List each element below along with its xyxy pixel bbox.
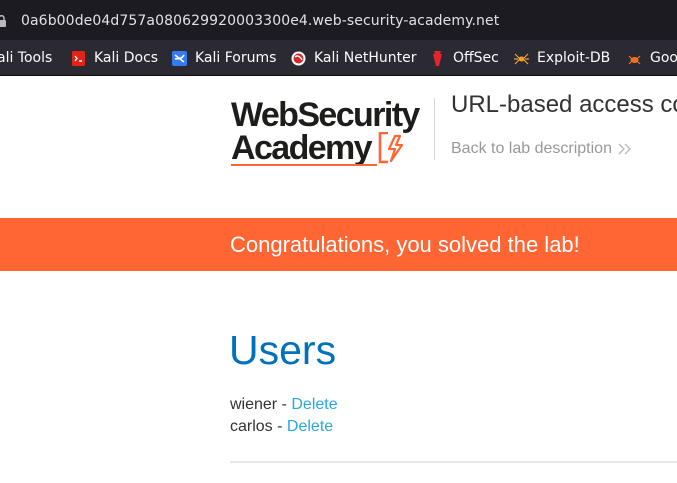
user-separator: - bbox=[272, 418, 287, 435]
user-name: carlos bbox=[230, 418, 273, 435]
offsec-icon bbox=[433, 50, 442, 66]
bookmark-label: Kali Forums bbox=[195, 50, 277, 66]
lightning-bracket-icon bbox=[378, 132, 404, 164]
bookmark-label: Exploit-DB bbox=[537, 50, 611, 66]
bookmarks-toolbar: ali Tools Kali Docs Kali Forums Kali Net… bbox=[0, 40, 677, 76]
bookmark-kali-docs[interactable]: Kali Docs bbox=[71, 49, 158, 67]
double-chevron-right-icon bbox=[618, 143, 631, 155]
user-row: wiener - Delete bbox=[230, 396, 338, 414]
logo-line2: Academy bbox=[231, 129, 373, 167]
user-name: wiener bbox=[230, 396, 278, 413]
bookmark-kali-tools[interactable]: ali Tools bbox=[0, 49, 52, 67]
bookmark-label: ali Tools bbox=[0, 50, 53, 66]
bookmark-kali-nethunter[interactable]: Kali NetHunter bbox=[291, 49, 416, 67]
web-security-academy-logo[interactable]: WebSecurity Academy bbox=[231, 96, 431, 168]
logo-underline bbox=[231, 164, 377, 166]
bookmark-label: Kali NetHunter bbox=[314, 50, 417, 66]
lab-title: URL-based access co bbox=[451, 91, 677, 118]
delete-user-link[interactable]: Delete bbox=[291, 396, 337, 413]
bookmark-kali-forums[interactable]: Kali Forums bbox=[172, 49, 276, 67]
bookmark-offsec[interactable]: OffSec bbox=[430, 49, 499, 67]
exploit-db-icon bbox=[514, 53, 529, 64]
content-divider bbox=[230, 461, 677, 463]
header-divider bbox=[434, 98, 435, 160]
user-separator: - bbox=[277, 396, 292, 413]
lock-icon bbox=[0, 15, 6, 27]
back-to-lab-description-link[interactable]: Back to lab description bbox=[451, 140, 612, 158]
solved-banner-message: Congratulations, you solved the lab! bbox=[230, 232, 580, 257]
delete-user-link[interactable]: Delete bbox=[287, 418, 333, 435]
bookmark-label: OffSec bbox=[453, 50, 499, 66]
kali-docs-icon bbox=[72, 50, 85, 66]
google-hacking-db-icon bbox=[628, 55, 641, 64]
url-text[interactable]: 0a6b00de04d757a080629920003300e4.web-sec… bbox=[21, 13, 499, 29]
bookmark-exploit-db[interactable]: Exploit-DB bbox=[514, 49, 610, 67]
users-heading: Users bbox=[229, 327, 337, 373]
browser-url-bar[interactable]: 0a6b00de04d757a080629920003300e4.web-sec… bbox=[0, 0, 677, 40]
bookmark-label: Kali Docs bbox=[94, 50, 159, 66]
bookmark-label: Goo bbox=[650, 50, 677, 66]
kali-nethunter-icon bbox=[291, 51, 306, 65]
user-row: carlos - Delete bbox=[230, 418, 333, 436]
bookmark-google-hacking-db[interactable]: Goo bbox=[627, 49, 677, 67]
kali-forums-icon bbox=[172, 50, 187, 66]
